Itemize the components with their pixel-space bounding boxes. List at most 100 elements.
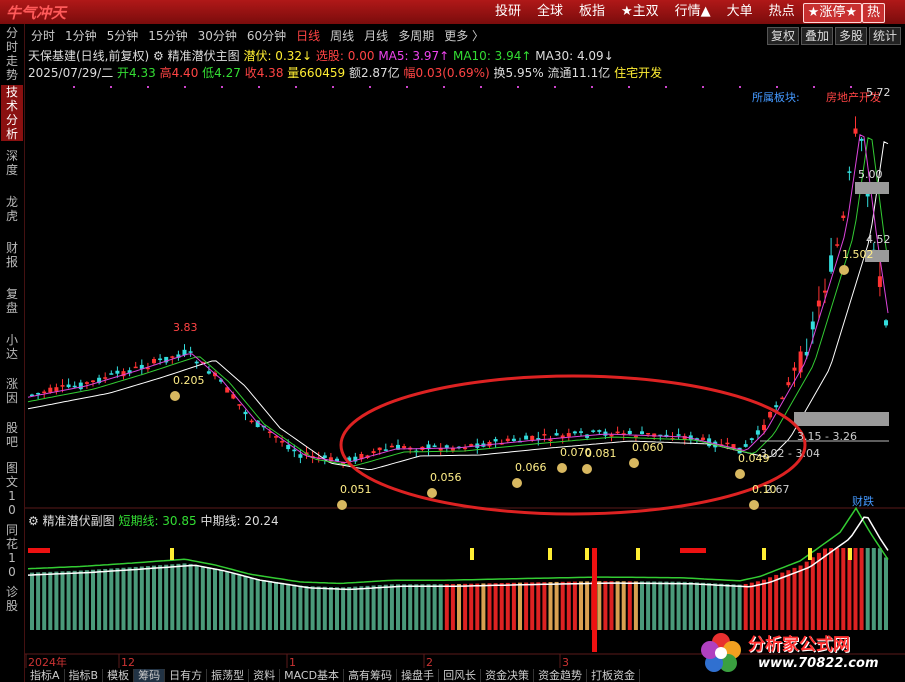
- candle-body: [877, 276, 882, 287]
- sub-bar: [359, 586, 364, 630]
- tab-monthly[interactable]: 月线: [359, 27, 393, 45]
- sub-bar: [664, 581, 669, 630]
- signal-dot: [554, 86, 556, 88]
- bottom-tab[interactable]: 高有筹码: [344, 669, 398, 682]
- bottom-tab[interactable]: 回风长: [439, 669, 482, 682]
- sidebar-item-forum[interactable]: 股吧: [1, 421, 23, 449]
- bottom-tab[interactable]: 振荡型: [207, 669, 250, 682]
- nav-index[interactable]: 板指: [571, 3, 613, 23]
- candle-body: [804, 351, 809, 356]
- multi-stock-button[interactable]: 多股: [834, 27, 867, 45]
- signal-flag: [680, 548, 706, 553]
- nav-hotspot[interactable]: 热点: [761, 3, 803, 23]
- ma5-value: MA5: 3.97↑: [378, 49, 450, 63]
- tab-daily[interactable]: 日线: [291, 27, 325, 45]
- tab-60min[interactable]: 60分钟: [242, 27, 291, 45]
- candle-body: [615, 431, 620, 434]
- sub-bar: [426, 584, 431, 630]
- candles-group: [30, 116, 888, 468]
- tab-5min[interactable]: 5分钟: [102, 27, 144, 45]
- bottom-tab[interactable]: 操盘手: [397, 669, 440, 682]
- candle-body: [225, 387, 230, 393]
- adjust-button[interactable]: 复权: [766, 27, 799, 45]
- sub-bar: [548, 582, 553, 630]
- bottom-tab[interactable]: 打板资金: [587, 669, 641, 682]
- sub-bar: [694, 582, 699, 630]
- tab-multi-period[interactable]: 多周期: [393, 27, 439, 45]
- candle-body: [54, 387, 59, 392]
- sub-bar: [396, 584, 400, 630]
- sidebar-item-graphic[interactable]: 图文10: [1, 461, 23, 517]
- signal-flag: [808, 548, 812, 560]
- quote-float: 流通11.1亿: [547, 66, 611, 80]
- tab-intraday[interactable]: 分时: [26, 27, 60, 45]
- nav-limit-up[interactable]: ★涨停★: [802, 3, 862, 23]
- bottom-tab[interactable]: 资金决策: [481, 669, 535, 682]
- candle-body: [774, 405, 779, 408]
- tab-30min[interactable]: 30分钟: [193, 27, 242, 45]
- candle-body: [188, 351, 193, 353]
- nav-more[interactable]: 热: [861, 3, 885, 23]
- signal-dot: [665, 86, 667, 88]
- main-chart-legend: 天保基建(日线,前复权) ⚙ 精准潜伏主图 潜伏: 0.32↓ 选股: 0.00…: [28, 47, 614, 64]
- candle-body: [469, 444, 474, 446]
- bottom-tab[interactable]: 模板: [103, 669, 135, 682]
- overlay-button[interactable]: 叠加: [800, 27, 833, 45]
- nav-global[interactable]: 全球: [529, 3, 571, 23]
- nav-market[interactable]: 行情▲: [667, 3, 719, 23]
- candle-body: [91, 380, 95, 383]
- bottom-tab[interactable]: 指标B: [65, 669, 104, 682]
- candle-body: [97, 377, 102, 383]
- sidebar-item-intraday[interactable]: 分时走势: [1, 26, 23, 82]
- sub-bar: [115, 568, 120, 630]
- tab-15min[interactable]: 15分钟: [143, 27, 192, 45]
- nav-big-order[interactable]: 大单: [719, 3, 761, 23]
- stats-button[interactable]: 统计: [868, 27, 901, 45]
- candle-body: [597, 430, 602, 432]
- bottom-tab[interactable]: 指标A: [26, 669, 65, 682]
- sidebar-item-tonghua[interactable]: 同花10: [1, 523, 23, 579]
- sub-bar: [670, 581, 675, 630]
- bottom-tab[interactable]: 资料: [249, 669, 281, 682]
- main-indicator-name[interactable]: 精准潜伏主图: [168, 49, 240, 63]
- sidebar-item-dragon-tiger[interactable]: 龙虎: [1, 195, 23, 223]
- tab-weekly[interactable]: 周线: [325, 27, 359, 45]
- quote-close: 收4.38: [244, 66, 284, 80]
- signal-dot: [517, 86, 519, 88]
- tab-1min[interactable]: 1分钟: [60, 27, 102, 45]
- bottom-tab[interactable]: 日有方: [165, 669, 208, 682]
- candle-body: [511, 438, 516, 441]
- bottom-tab[interactable]: MACD基本: [280, 669, 345, 682]
- nav-main-dual[interactable]: ★主双: [613, 3, 667, 23]
- sub-settings-icon[interactable]: ⚙: [28, 514, 39, 528]
- sidebar-item-depth[interactable]: 深度: [1, 149, 23, 177]
- sub-bar: [304, 586, 309, 630]
- sub-bar: [511, 582, 516, 630]
- sidebar-item-diagnose[interactable]: 诊股: [1, 585, 23, 613]
- candle-body: [719, 444, 724, 447]
- sub-bar: [676, 581, 681, 630]
- sidebar-item-review[interactable]: 复盘: [1, 287, 23, 315]
- candle-body: [865, 192, 870, 197]
- low-mark-label: 2.67: [765, 483, 790, 496]
- sub-bar: [365, 585, 370, 630]
- candle-body: [176, 354, 181, 358]
- candle-body: [591, 430, 596, 432]
- sub-bar: [823, 548, 827, 630]
- sub-bar: [206, 567, 211, 630]
- sub-bar: [139, 566, 144, 630]
- tab-more[interactable]: 更多 〉: [439, 27, 489, 45]
- nav-research[interactable]: 投研: [487, 3, 529, 23]
- sidebar-item-xiaoda[interactable]: 小达: [1, 333, 23, 361]
- bottom-tab[interactable]: 筹码: [134, 669, 166, 682]
- sidebar-item-technical[interactable]: 技术分析: [1, 85, 23, 141]
- bottom-tab[interactable]: 资金趋势: [534, 669, 588, 682]
- indicator-settings-icon[interactable]: ⚙: [153, 49, 164, 63]
- watermark: 分析家公式网 www.70822.com: [696, 628, 901, 678]
- sidebar-item-reason[interactable]: 涨因: [1, 377, 23, 405]
- candle-body: [72, 385, 77, 388]
- sidebar-item-financial[interactable]: 财报: [1, 241, 23, 269]
- sub-bar: [621, 581, 626, 630]
- sub-indicator-name[interactable]: 精准潜伏副图: [43, 514, 115, 528]
- candle-body: [164, 356, 169, 363]
